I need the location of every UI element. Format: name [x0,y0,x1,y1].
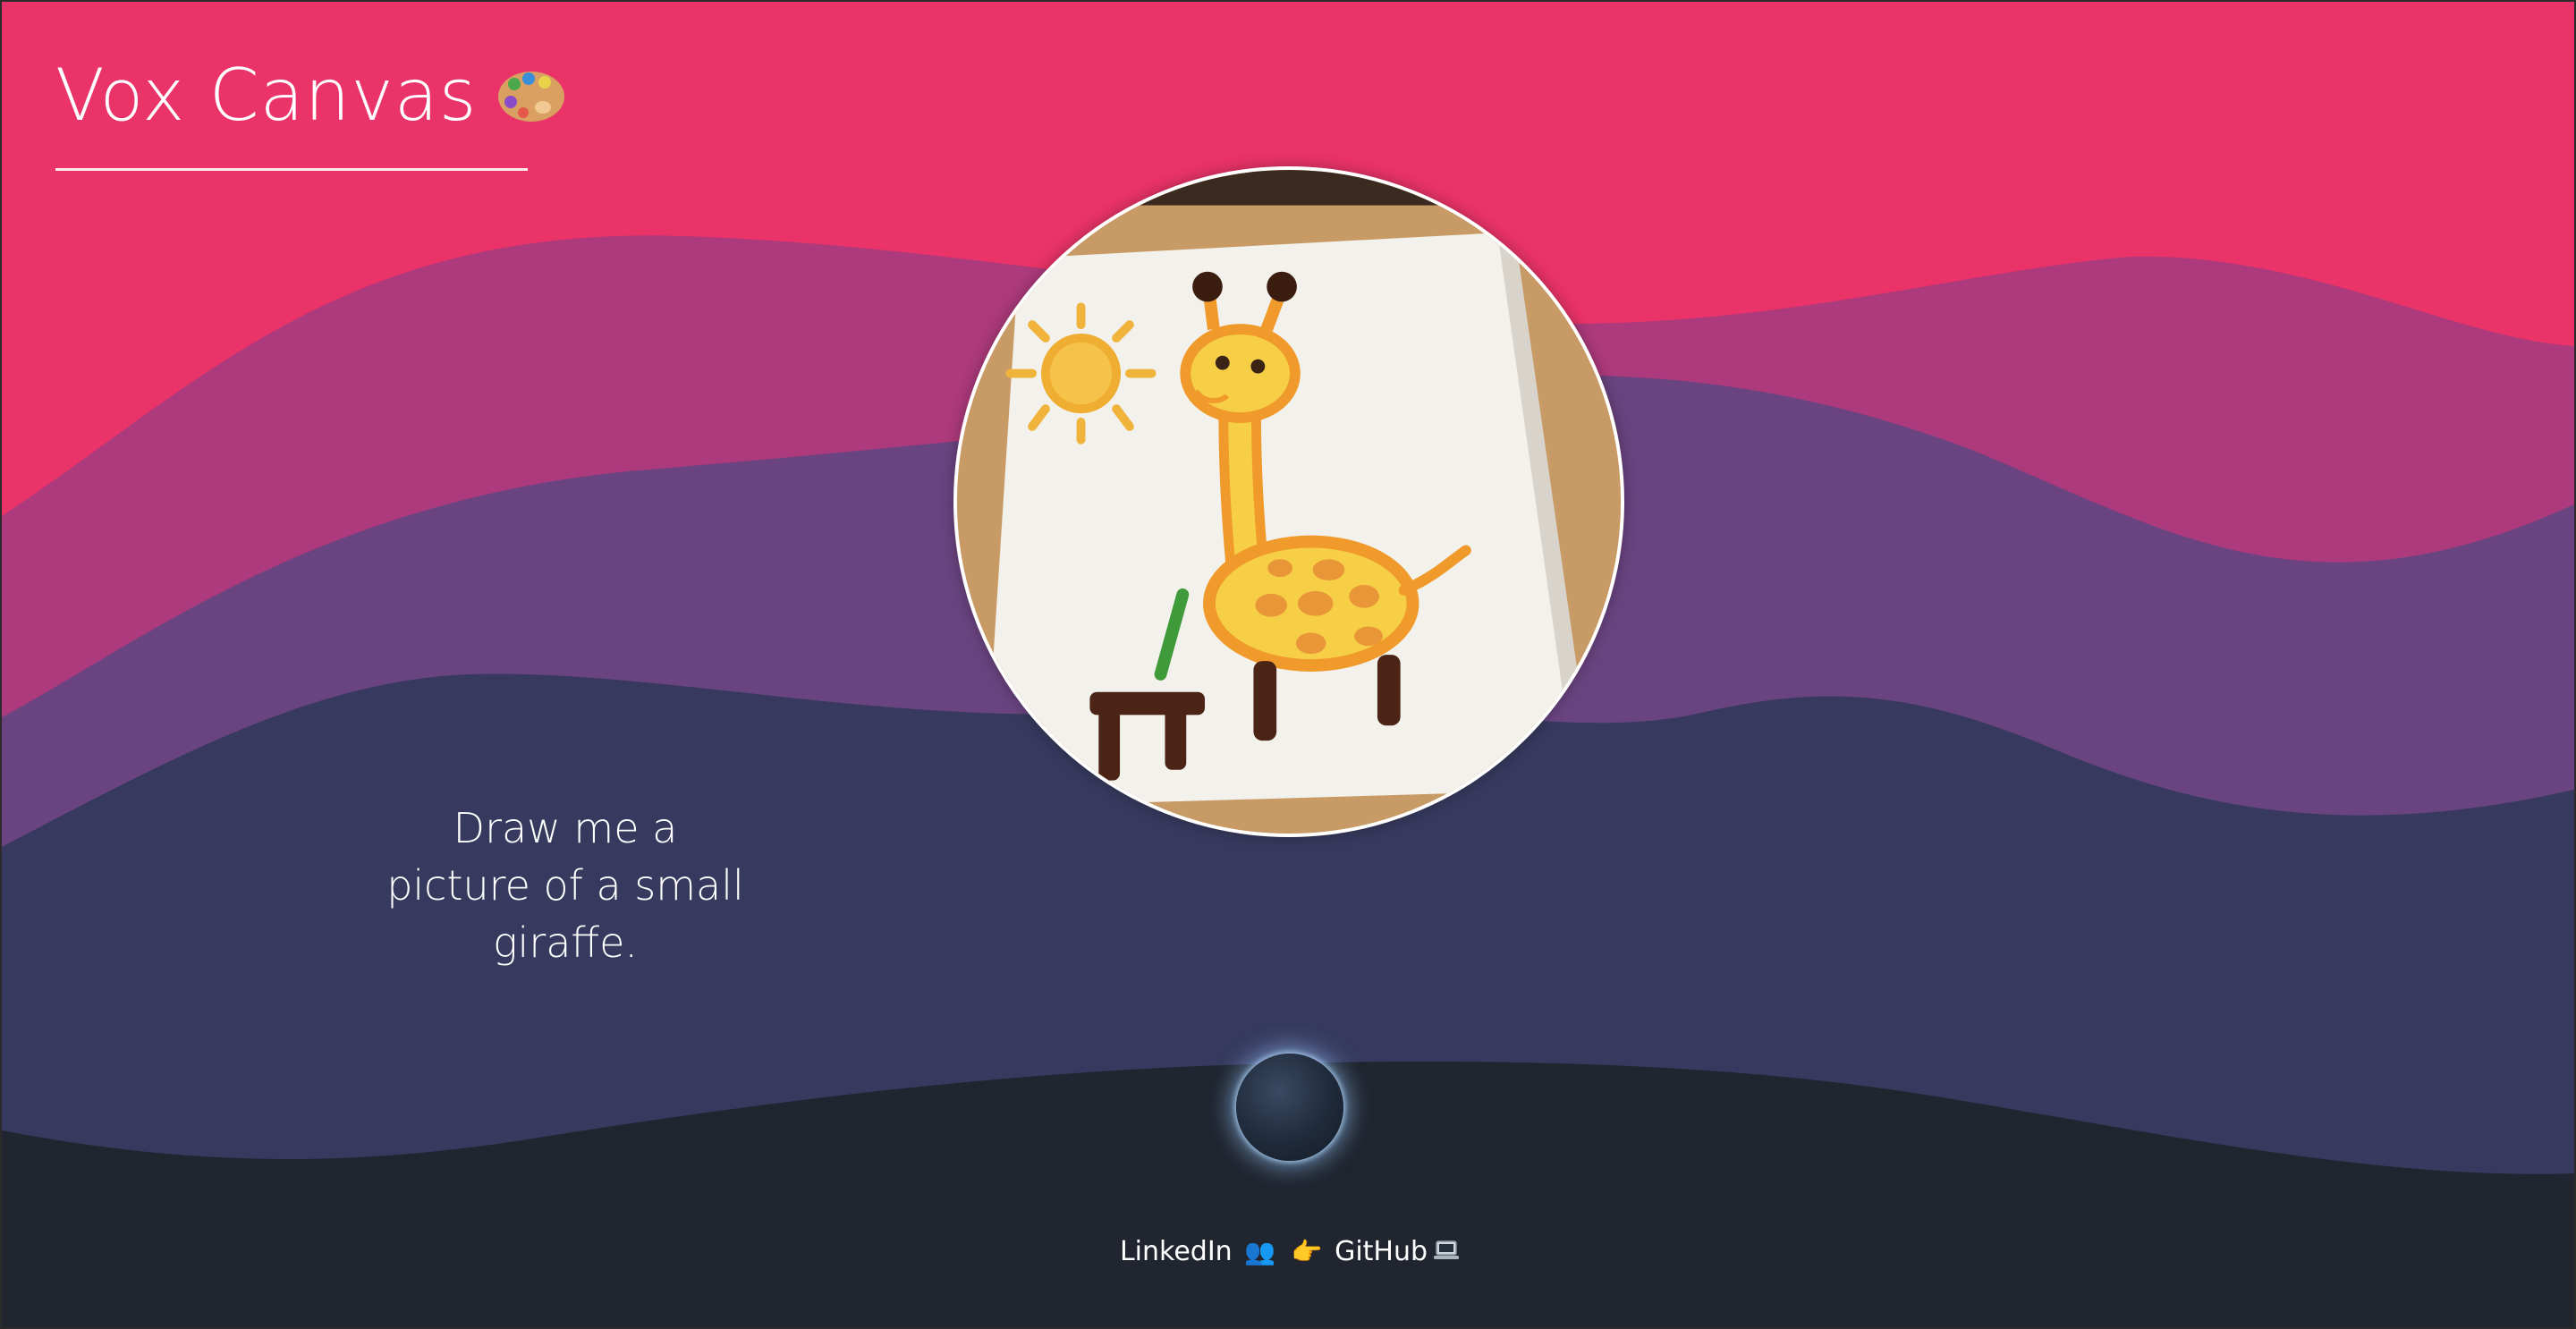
title-underline [55,168,528,171]
linkedin-link[interactable]: LinkedIn 👥 [1120,1236,1279,1267]
microphone-orb-icon[interactable] [1236,1054,1343,1161]
people-icon: 👥 [1244,1237,1276,1266]
paper [983,232,1595,808]
generated-image [953,166,1624,837]
prompt-transcript: Draw me a picture of a small giraffe. [386,804,744,967]
footer-links: LinkedIn 👥 👉 GitHub [2,1236,2574,1267]
github-link[interactable]: GitHub [1335,1236,1460,1267]
app-title-text: Vox Canvas [55,54,478,137]
app-title: Vox Canvas [55,54,566,137]
giraffe-head [1180,324,1301,423]
github-link-label: GitHub [1335,1236,1428,1267]
pointing-hand-icon: 👉 [1291,1237,1323,1266]
laptop-icon [1433,1237,1460,1264]
linkedin-link-label: LinkedIn [1119,1236,1233,1267]
app-root: Vox Canvas Draw me a picture of a small … [0,0,2576,1329]
artist-palette-icon [496,59,566,122]
giraffe-drawing [957,170,1621,834]
